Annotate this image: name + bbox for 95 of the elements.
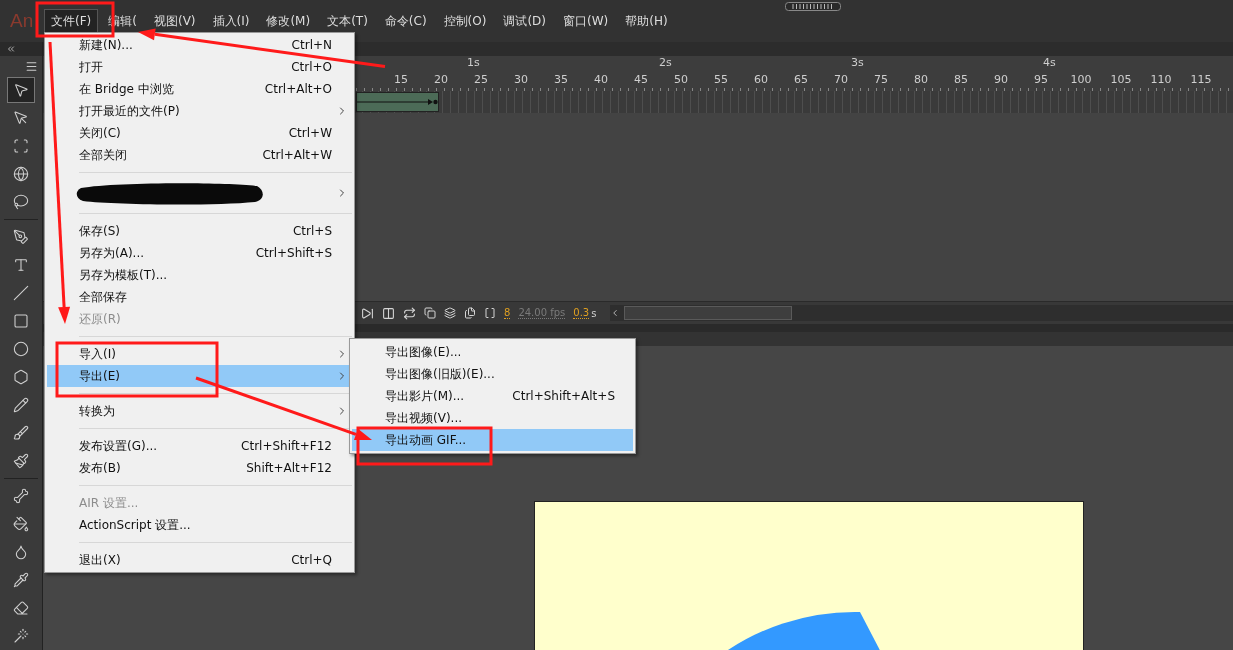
menu-item[interactable]: 新建(N)... Ctrl+N	[47, 34, 352, 56]
tween-bar[interactable]	[356, 92, 439, 112]
copy-icon[interactable]	[424, 307, 436, 319]
menu-item[interactable]: 全部关闭 Ctrl+Alt+W	[47, 144, 352, 166]
files-icon[interactable]	[464, 307, 476, 319]
frame-number: 70	[833, 73, 849, 88]
menu-title[interactable]: 插入(I)	[205, 8, 257, 34]
frame-number: 20	[433, 73, 449, 88]
menu-title[interactable]: 文本(T)	[320, 8, 375, 34]
menu-item[interactable]: 转换为	[47, 400, 352, 422]
hexagon-icon	[13, 369, 29, 385]
skip-forward-icon[interactable]	[361, 306, 374, 320]
menu-item[interactable]: 关闭(C) Ctrl+W	[47, 122, 352, 144]
menu-item[interactable]: 导出图像(旧版)(E)...	[352, 363, 633, 385]
menu-item[interactable]: 导出动画 GIF...	[352, 429, 633, 451]
type-icon	[13, 257, 29, 273]
frame-number: 45	[633, 73, 649, 88]
menu-item[interactable]: 发布设置(G)... Ctrl+Shift+F12	[47, 435, 352, 457]
menu-item[interactable]: 退出(X) Ctrl+Q	[47, 549, 352, 571]
paint-bucket-icon	[13, 516, 29, 532]
frame-number: 65	[793, 73, 809, 88]
pointer-icon	[13, 110, 29, 126]
frame-number: 25	[473, 73, 489, 88]
menu-title[interactable]: 窗口(W)	[556, 8, 616, 34]
menu-item[interactable]: 另存为模板(T)...	[47, 264, 352, 286]
frame-number: 95	[1033, 73, 1049, 88]
menu-item[interactable]: 导出影片(M)... Ctrl+Shift+Alt+S	[352, 385, 633, 407]
frame-number: 55	[713, 73, 729, 88]
globe-icon	[13, 166, 29, 182]
app-logo: An	[10, 10, 35, 32]
wand-icon	[13, 628, 29, 644]
lasso-icon	[13, 194, 29, 210]
seconds-label: 4s	[1043, 56, 1057, 71]
pipette-icon	[13, 572, 29, 588]
tool-button[interactable]	[7, 77, 35, 103]
cursor-icon	[13, 82, 29, 98]
frame-number: 80	[913, 73, 929, 88]
bone-icon	[13, 488, 29, 504]
menu-item[interactable]: ActionScript 设置...	[47, 514, 352, 536]
menu-title[interactable]: 调试(D)	[496, 8, 554, 34]
frame-number: 100	[1069, 73, 1093, 88]
seconds-label: 2s	[659, 56, 673, 71]
menu-item[interactable]: 打开 Ctrl+O	[47, 56, 352, 78]
menu-title[interactable]: 文件(F)	[44, 8, 99, 34]
square-icon	[13, 313, 29, 329]
menu-item[interactable]: 导出图像(E)...	[352, 341, 633, 363]
menu-item[interactable]: 打开最近的文件(P)	[47, 100, 352, 122]
frame-number: 60	[753, 73, 769, 88]
menu-title[interactable]: 命令(C)	[377, 8, 434, 34]
menu-title[interactable]: 帮助(H)	[618, 8, 675, 34]
arrow-icon	[357, 97, 438, 107]
brush-icon	[13, 425, 29, 441]
circle-icon	[13, 341, 29, 357]
seconds-label: 1s	[467, 56, 481, 71]
menu-item[interactable]: 在 Bridge 中浏览 Ctrl+Alt+O	[47, 78, 352, 100]
pen-icon	[13, 229, 29, 245]
frame-number: 105	[1109, 73, 1133, 88]
menu-title[interactable]: 控制(O)	[436, 8, 494, 34]
frame-number: 110	[1149, 73, 1173, 88]
menu-icon[interactable]	[25, 59, 38, 73]
frame-number: 90	[993, 73, 1009, 88]
menu-item[interactable]: 导出(E)	[47, 365, 352, 387]
paintbrush-icon	[13, 453, 29, 469]
menu-title[interactable]: 视图(V)	[146, 8, 203, 34]
menu-title[interactable]: 修改(M)	[259, 8, 318, 34]
frame-number: 30	[513, 73, 529, 88]
menu-item[interactable]: 保存(S) Ctrl+S	[47, 220, 352, 242]
eraser-icon	[13, 600, 29, 616]
droplet-icon	[13, 544, 29, 560]
bracket-icon[interactable]	[484, 307, 496, 319]
loop-icon[interactable]	[403, 306, 416, 320]
frame-number: 115	[1189, 73, 1213, 88]
elapsed-time[interactable]: 0.3	[573, 307, 590, 319]
collapse-icon[interactable]	[6, 44, 16, 54]
menu-item[interactable]: 发布(B) Shift+Alt+F12	[47, 457, 352, 479]
time-unit: s	[591, 307, 597, 319]
frame-number: 15	[393, 73, 409, 88]
scroll-bar[interactable]	[610, 305, 1233, 321]
layers-icon[interactable]	[444, 307, 456, 319]
menu-item[interactable]: 另存为(A)... Ctrl+Shift+S	[47, 242, 352, 264]
menu-item[interactable]: 导出视频(V)...	[352, 407, 633, 429]
frame-number: 35	[553, 73, 569, 88]
pencil-icon	[13, 397, 29, 413]
frame-number: 40	[593, 73, 609, 88]
menu-item[interactable]: 导入(I)	[47, 343, 352, 365]
frame-icon	[13, 138, 29, 154]
current-frame[interactable]: 8	[504, 307, 511, 319]
seconds-label: 3s	[851, 56, 865, 71]
frame-number: 85	[953, 73, 969, 88]
frame-number: 75	[873, 73, 889, 88]
columns-icon[interactable]	[382, 306, 395, 320]
grip-icon[interactable]	[785, 2, 841, 11]
frame-number: 50	[673, 73, 689, 88]
line-icon	[13, 285, 29, 301]
menu-item[interactable]: 全部保存	[47, 286, 352, 308]
